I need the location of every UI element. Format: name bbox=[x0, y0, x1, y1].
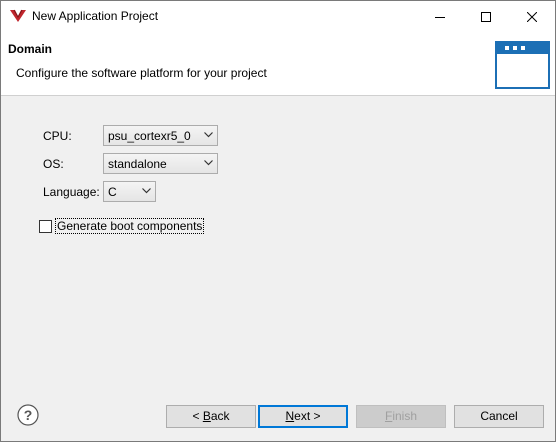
next-button[interactable]: Next > bbox=[258, 405, 348, 428]
back-prefix: < bbox=[192, 409, 203, 423]
back-button[interactable]: < Back bbox=[166, 405, 256, 428]
chevron-down-icon bbox=[204, 160, 213, 166]
window-wizard-icon bbox=[495, 41, 550, 89]
os-label: OS: bbox=[43, 157, 64, 171]
maximize-icon bbox=[481, 11, 491, 22]
minimize-icon bbox=[435, 16, 445, 18]
next-mnemonic: N bbox=[285, 409, 295, 423]
language-value: C bbox=[108, 185, 117, 199]
finish-rest: inish bbox=[392, 409, 418, 423]
cpu-label: CPU: bbox=[43, 129, 72, 143]
wizard-banner: Domain Configure the software platform f… bbox=[1, 32, 555, 96]
cpu-value: psu_cortexr5_0 bbox=[108, 129, 191, 143]
close-button[interactable] bbox=[509, 1, 555, 32]
language-dropdown[interactable]: C bbox=[103, 181, 156, 202]
app-logo-icon bbox=[10, 9, 26, 22]
help-icon[interactable]: ? bbox=[17, 404, 39, 426]
chevron-down-icon bbox=[204, 132, 213, 138]
dialog-window: New Application Project Domain Configure… bbox=[0, 0, 556, 442]
page-description: Configure the software platform for your… bbox=[16, 66, 267, 80]
minimize-button[interactable] bbox=[417, 1, 463, 32]
finish-button[interactable]: Finish bbox=[356, 405, 446, 428]
title-bar: New Application Project bbox=[1, 1, 555, 32]
page-title: Domain bbox=[8, 42, 53, 56]
svg-text:?: ? bbox=[24, 407, 33, 423]
os-dropdown[interactable]: standalone bbox=[103, 153, 218, 174]
language-label: Language: bbox=[43, 185, 100, 199]
back-mnemonic: B bbox=[202, 409, 211, 423]
cancel-button[interactable]: Cancel bbox=[454, 405, 544, 428]
generate-boot-label[interactable]: Generate boot components bbox=[55, 218, 205, 234]
maximize-button[interactable] bbox=[463, 1, 509, 32]
back-rest: ack bbox=[210, 409, 230, 423]
os-value: standalone bbox=[108, 157, 167, 171]
cpu-dropdown[interactable]: psu_cortexr5_0 bbox=[103, 125, 218, 146]
chevron-down-icon bbox=[142, 188, 151, 194]
next-rest: ext > bbox=[294, 409, 321, 423]
window-title: New Application Project bbox=[32, 9, 159, 23]
generate-boot-checkbox[interactable] bbox=[39, 220, 52, 233]
close-icon bbox=[527, 11, 537, 22]
